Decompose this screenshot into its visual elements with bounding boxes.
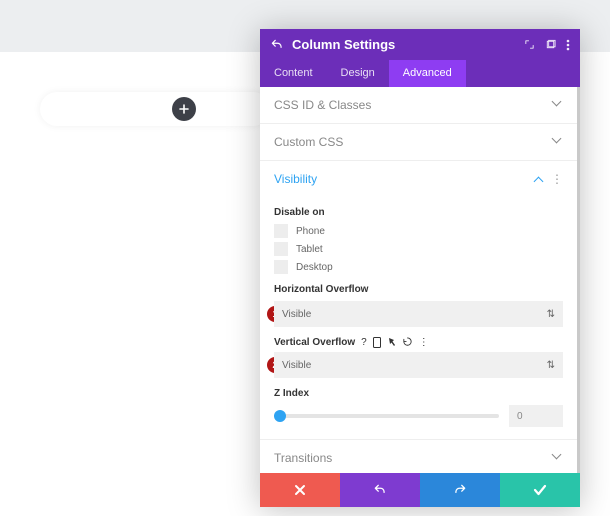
kebab-icon[interactable]: [566, 39, 570, 51]
disable-on-label: Disable on: [274, 207, 563, 218]
z-index-input[interactable]: 0: [509, 405, 563, 427]
chevron-down-icon: [553, 453, 563, 463]
v-overflow-select[interactable]: Visible ⇅: [274, 352, 563, 378]
section-transitions[interactable]: Transitions: [260, 440, 577, 473]
module-placeholder: [40, 92, 270, 126]
reset-icon[interactable]: [402, 337, 413, 348]
slider-handle[interactable]: [274, 410, 286, 422]
updown-icon: ⇅: [547, 309, 555, 320]
option-desktop[interactable]: Desktop: [274, 260, 563, 274]
option-tablet[interactable]: Tablet: [274, 242, 563, 256]
section-label: Transitions: [274, 451, 553, 465]
cancel-button[interactable]: [260, 473, 340, 507]
option-label: Tablet: [296, 244, 323, 255]
panel-title: Column Settings: [292, 37, 516, 52]
h-overflow-label: Horizontal Overflow: [274, 284, 563, 295]
option-phone[interactable]: Phone: [274, 224, 563, 238]
option-label: Desktop: [296, 262, 333, 273]
v-overflow-label: Vertical Overflow: [274, 337, 355, 348]
section-visibility[interactable]: Visibility ⋮: [260, 161, 577, 197]
h-overflow-select[interactable]: Visible ⇅: [274, 301, 563, 327]
section-custom-css[interactable]: Custom CSS: [260, 124, 577, 160]
section-label: Visibility: [274, 172, 535, 186]
panel-header: Column Settings Content Design Advanced: [260, 29, 580, 87]
z-index-slider[interactable]: [274, 414, 499, 418]
footer-bar: [260, 473, 580, 507]
tab-advanced[interactable]: Advanced: [389, 60, 466, 87]
settings-panel: Column Settings Content Design Advanced …: [260, 29, 580, 507]
chevron-up-icon: [535, 174, 545, 184]
help-icon[interactable]: ?: [361, 337, 367, 348]
select-value: Visible: [282, 309, 311, 320]
tab-content[interactable]: Content: [260, 60, 327, 87]
device-icon[interactable]: [373, 337, 381, 348]
z-index-label: Z Index: [274, 388, 563, 399]
checkbox[interactable]: [274, 224, 288, 238]
expand-icon[interactable]: [524, 39, 535, 51]
option-label: Phone: [296, 226, 325, 237]
section-css-id[interactable]: CSS ID & Classes: [260, 87, 577, 123]
redo-button[interactable]: [420, 473, 500, 507]
checkbox[interactable]: [274, 242, 288, 256]
save-button[interactable]: [500, 473, 580, 507]
section-label: Custom CSS: [274, 135, 553, 149]
chevron-down-icon: [553, 137, 563, 147]
snap-icon[interactable]: [545, 39, 556, 51]
undo-button[interactable]: [340, 473, 420, 507]
kebab-icon[interactable]: ⋮: [419, 337, 429, 348]
kebab-icon[interactable]: ⋮: [551, 172, 563, 186]
tab-design[interactable]: Design: [327, 60, 389, 87]
section-label: CSS ID & Classes: [274, 98, 553, 112]
select-value: Visible: [282, 360, 311, 371]
hover-icon[interactable]: [387, 337, 396, 348]
tabs: Content Design Advanced: [260, 60, 580, 87]
updown-icon: ⇅: [547, 360, 555, 371]
chevron-down-icon: [553, 100, 563, 110]
checkbox[interactable]: [274, 260, 288, 274]
back-icon[interactable]: [270, 38, 284, 52]
add-module-button[interactable]: [172, 97, 196, 121]
